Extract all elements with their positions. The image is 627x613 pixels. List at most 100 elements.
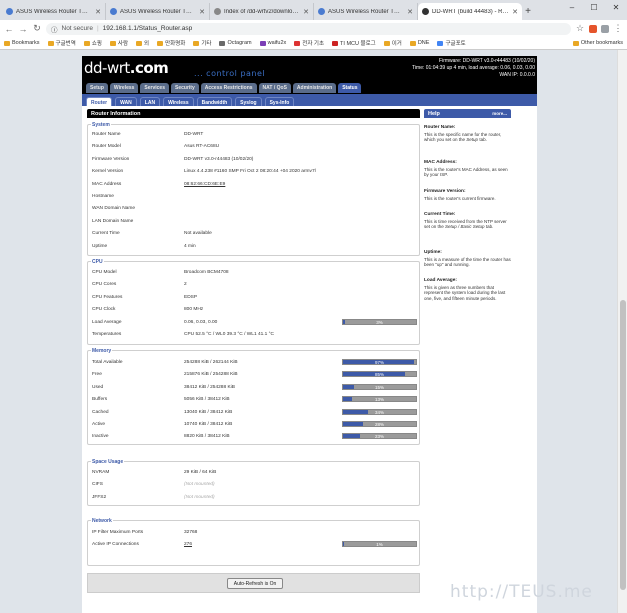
row-value[interactable]: 276 (184, 542, 192, 547)
bookmark-item[interactable]: DNE (409, 40, 429, 46)
bookmark-item[interactable]: 사람 (109, 39, 128, 47)
row-value: 8820 KiB / 38412 KiB (184, 434, 230, 440)
tab-services[interactable]: Services (140, 83, 169, 93)
row-value: 254288 KiB / 262144 KiB (184, 360, 238, 365)
help-emphasis: Setup / Basic Setup (445, 224, 485, 230)
row-label: Buffers (92, 397, 108, 403)
close-tab-icon[interactable]: ✕ (95, 8, 101, 16)
row-active-ip-connections: Active IP Connections 276 1% (92, 540, 417, 550)
close-tab-icon[interactable]: ✕ (407, 8, 413, 16)
help-section-router-name: Router Name: This is the specific name fo… (424, 125, 511, 143)
bookmark-item[interactable]: 만화명화 (157, 39, 185, 47)
help-section-title: Current Time: (424, 212, 456, 217)
tab-nat-qos[interactable]: NAT / QoS (258, 83, 291, 93)
info-icon[interactable]: ⓘ (51, 24, 58, 34)
browser-tab[interactable]: ASUS Wireless Router TM-AC1 ✕ (2, 3, 106, 20)
row-temperatures: Temperatures CPU 52.5 °C / WL0 39.3 °C / … (92, 330, 417, 340)
row-label: CPU Model (92, 270, 117, 275)
space-usage-legend: Space Usage (91, 459, 125, 465)
row-label: Inactive (92, 434, 109, 440)
row-label: Cached (92, 409, 109, 415)
close-window-button[interactable]: ✕ (605, 0, 627, 14)
help-section-title: Load Average: (424, 278, 457, 283)
address-bar[interactable]: ⓘ Not secure | 192.168.1.1/Status_Router… (46, 22, 571, 35)
usage-meter-text: 23% (374, 434, 384, 440)
browser-tab[interactable]: ASUS Wireless Router TM-AC1 ✕ (106, 3, 210, 20)
row-free: Free 215876 KiB / 254288 KiB 85% (92, 370, 417, 380)
bookmark-item[interactable]: 구글포토 (437, 39, 466, 47)
row-value: Not available (184, 231, 212, 237)
auto-refresh-button[interactable]: Auto-Refresh is On (227, 578, 283, 589)
row-ip-filter-maximum-ports: IP Filter Maximum Ports 32768 (92, 528, 417, 538)
bookmark-item[interactable]: 이거 (383, 39, 402, 47)
browser-tab[interactable]: ASUS Wireless Router TM-AC1 ✕ (314, 3, 418, 20)
row-value[interactable]: 08:62:66:CD:6E:E9 (184, 182, 225, 187)
help-heading: Help more... (424, 109, 511, 118)
close-tab-icon[interactable]: ✕ (512, 8, 518, 16)
menu-icon[interactable]: ⋮ (613, 23, 623, 34)
auto-refresh-bar: Auto-Refresh is On (87, 573, 420, 593)
row-value: 32768 (184, 530, 198, 535)
bookmark-item[interactable]: 외 (136, 39, 149, 47)
tab-setup[interactable]: Setup (86, 83, 108, 93)
folder-icon (47, 40, 54, 46)
bookmark-icon (4, 40, 10, 46)
bookmark-item[interactable]: Bookmarks (4, 40, 40, 46)
row-label: Uptime (92, 243, 108, 249)
time-line: Time: 01:04:39 up 4 min, load average: 0… (412, 65, 535, 71)
help-text: This is given as three numbers that repr… (424, 284, 506, 301)
maximize-button[interactable]: ☐ (583, 0, 605, 14)
tab-administration[interactable]: Administration (292, 83, 337, 93)
help-section-text: This is the router's MAC Address, as see… (424, 167, 511, 178)
extension-icon[interactable] (601, 24, 609, 33)
row-label: JFFS2 (92, 494, 107, 500)
new-tab-button[interactable]: + (522, 3, 534, 20)
row-current-time: Current Time Not available (92, 229, 417, 239)
help-section-text: This is the specific name for the router… (424, 132, 511, 143)
row-value: 10740 KiB / 38412 KiB (184, 422, 233, 427)
folder-icon (157, 40, 164, 46)
row-used: Used 38412 KiB / 254288 KiB 15% (92, 383, 417, 393)
watermark: http://TEUS.me (450, 582, 593, 602)
back-icon[interactable]: ← (4, 24, 14, 34)
row-nvram: NVRAM 29 KiB / 64 KiB (92, 468, 417, 478)
bookmark-item[interactable]: 쇼핑 (83, 39, 102, 47)
other-bookmarks[interactable]: Other bookmarks (572, 40, 623, 46)
star-icon[interactable]: ☆ (575, 23, 585, 34)
help-more-link[interactable]: more... (492, 111, 507, 116)
usage-meter-text: 97% (374, 360, 384, 365)
help-section-load-average: Load Average: This is given as three numb… (424, 278, 511, 301)
help-text: This is the router's current firmware. (424, 195, 496, 201)
bookmark-item[interactable]: TI MCU 블로그 (332, 39, 376, 47)
brave-shield-icon[interactable] (589, 24, 597, 33)
tab-status[interactable]: Status (338, 83, 362, 93)
help-text: This is the specific name for the router… (424, 131, 502, 143)
usage-meter: 28% (342, 421, 417, 427)
help-emphasis: Setup (466, 137, 479, 143)
row-value: Broadcom BCM4708 (184, 270, 229, 275)
vertical-scrollbar[interactable] (617, 50, 627, 613)
bookmark-item[interactable]: 전자 기초 (294, 39, 324, 47)
bookmark-item[interactable]: 기타 (193, 39, 211, 47)
minimize-button[interactable]: – (561, 0, 583, 14)
tab-access-restrictions[interactable]: Access Restrictions (200, 83, 257, 93)
close-tab-icon[interactable]: ✕ (303, 8, 309, 16)
system-fieldset: System Router Name DD-WRT Router Model Asus… (87, 122, 420, 256)
row-total-available: Total Available 254288 KiB / 262144 KiB 97… (92, 358, 417, 368)
close-tab-icon[interactable]: ✕ (199, 8, 205, 16)
tab-security[interactable]: Security (171, 83, 199, 93)
bookmark-item[interactable]: Octagram (219, 40, 252, 46)
row-label: Firmware Version (92, 156, 130, 162)
forward-icon[interactable]: → (18, 24, 28, 34)
usage-meter: 13% (342, 396, 417, 403)
browser-tab-active[interactable]: DD-WRT (build 44483) - Router ✕ (418, 3, 522, 20)
row-firmware-version: Firmware Version DD-WRT v3.0-r44483 (10/0… (92, 155, 417, 165)
bookmark-item[interactable]: waifu2x (259, 40, 286, 46)
reload-icon[interactable]: ↻ (32, 23, 42, 34)
page-viewport: dd-wrt.com ... control panel Firmware: D… (0, 50, 627, 613)
browser-tab[interactable]: Index of /dd-wrtv2/downloads ✕ (210, 3, 314, 20)
scrollbar-thumb[interactable] (620, 300, 626, 590)
help-title: Help (428, 111, 440, 117)
bookmark-item[interactable]: 구글번역 (47, 39, 76, 47)
tab-wireless[interactable]: Wireless (109, 83, 139, 93)
